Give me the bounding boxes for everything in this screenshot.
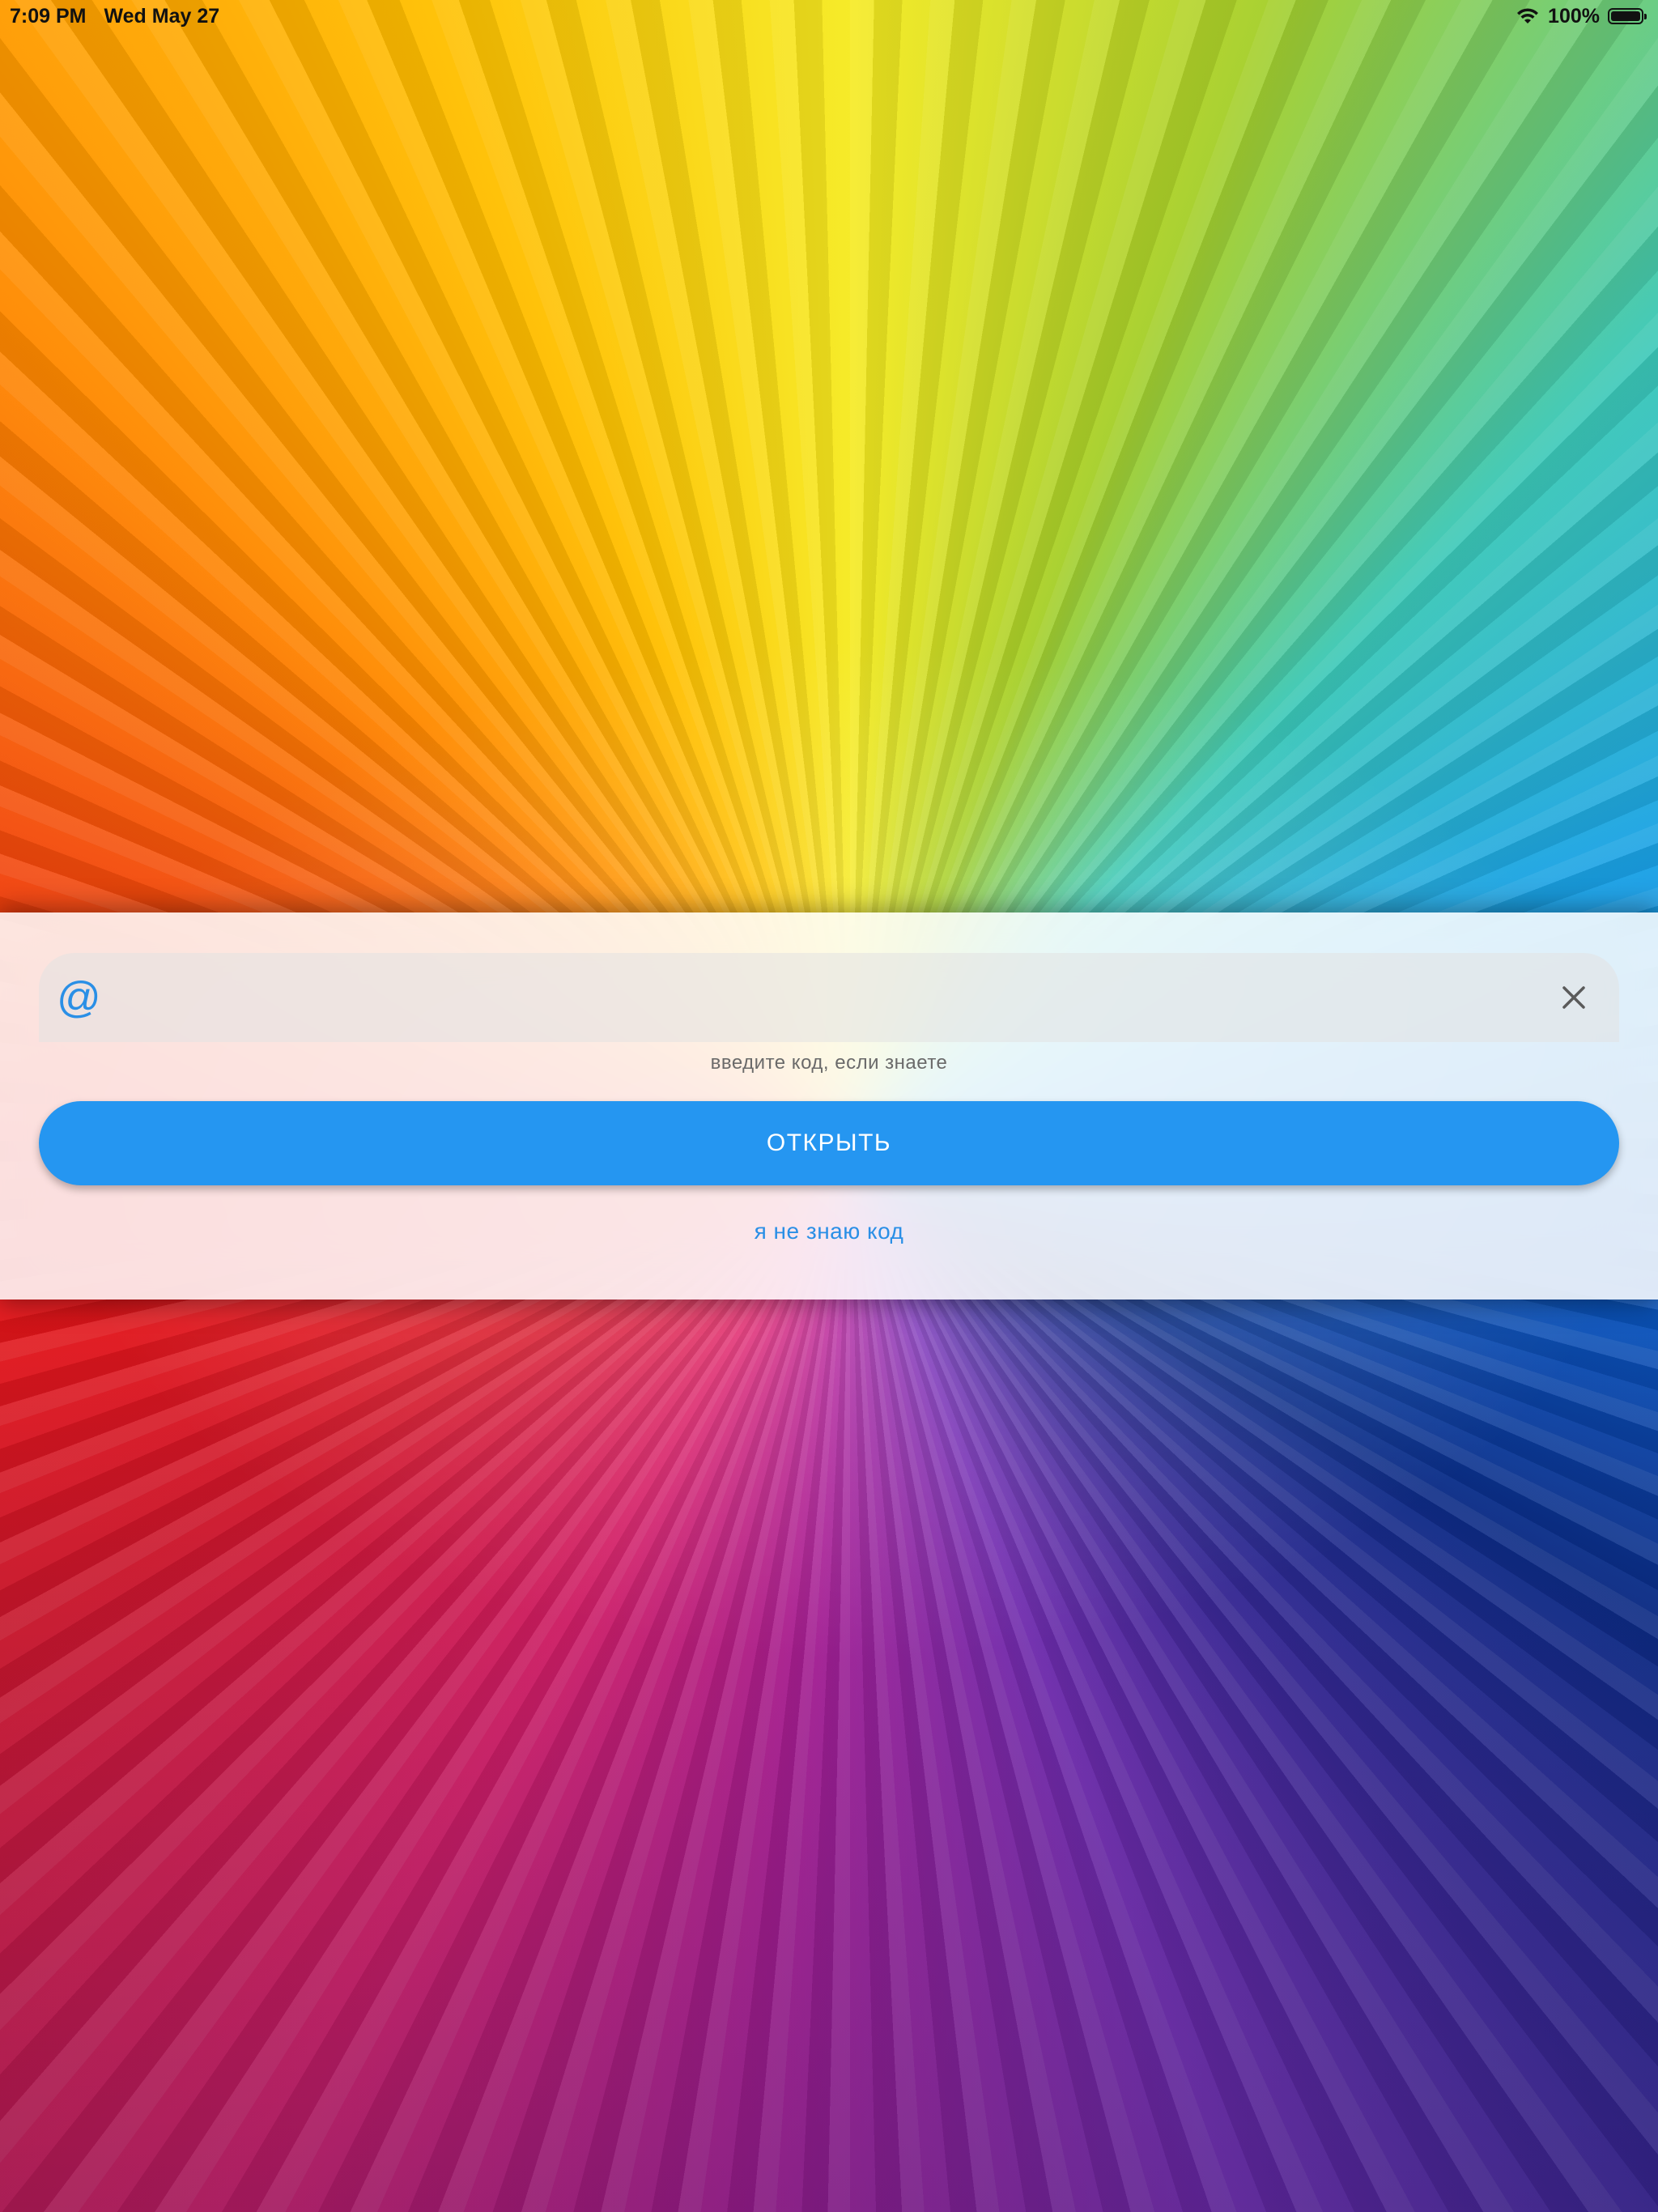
app-screen: 7:09 PM Wed May 27 100% @ введите код, е…: [0, 0, 1658, 2212]
code-helper-text: введите код, если знаете: [710, 1052, 948, 1074]
status-date: Wed May 27: [104, 4, 220, 28]
status-time: 7:09 PM: [10, 4, 87, 28]
at-sign-icon: @: [57, 973, 101, 1022]
dont-know-code-link[interactable]: я не знаю код: [0, 1219, 1658, 1244]
code-input-container[interactable]: @: [39, 953, 1619, 1042]
wifi-icon: [1516, 7, 1540, 25]
battery-percent: 100%: [1548, 4, 1600, 28]
battery-fill: [1611, 11, 1640, 21]
close-icon[interactable]: [1556, 980, 1592, 1015]
battery-icon: [1608, 8, 1647, 24]
status-right: 100%: [1516, 5, 1648, 28]
code-input[interactable]: [128, 969, 1530, 1027]
status-left: 7:09 PM Wed May 27: [10, 5, 219, 28]
code-entry-panel: @ введите код, если знаете ОТКРЫТЬ я не …: [0, 912, 1658, 1300]
status-bar: 7:09 PM Wed May 27 100%: [0, 0, 1658, 32]
open-button[interactable]: ОТКРЫТЬ: [39, 1101, 1619, 1185]
